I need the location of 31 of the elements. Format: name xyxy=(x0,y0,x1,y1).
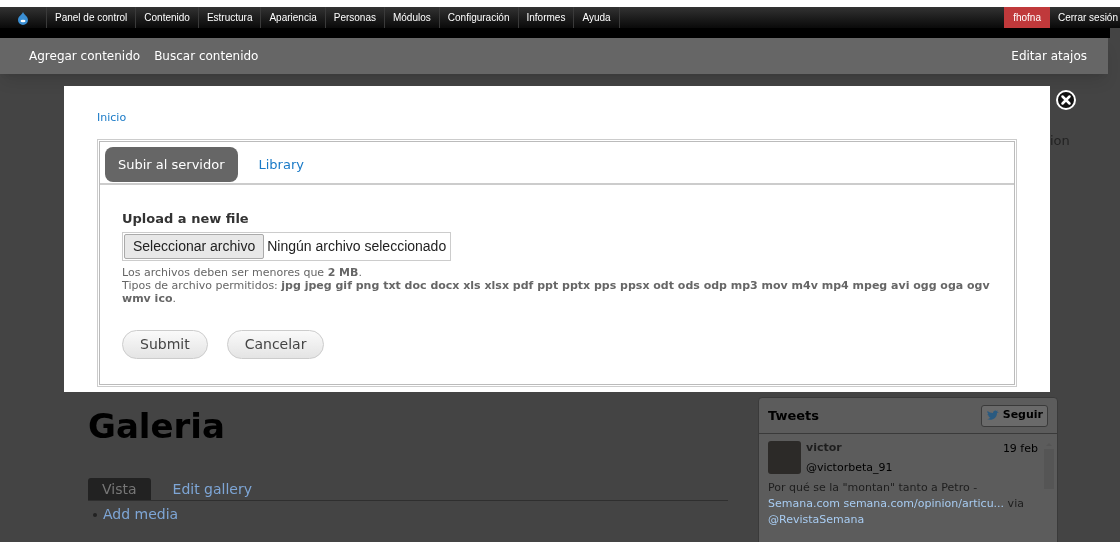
tab[interactable]: Library xyxy=(245,146,317,182)
drop-logo-icon[interactable] xyxy=(16,10,30,25)
tweet-link[interactable]: Semana.com semana.com/opinion/articu... xyxy=(768,497,1005,510)
shortcut-link[interactable]: Buscar contenido xyxy=(154,47,259,65)
breadcrumb-link[interactable]: Inicio xyxy=(97,110,127,127)
file-name-text: Ningún archivo seleccionado xyxy=(266,236,448,256)
file-input[interactable]: Seleccionar archivo Ningún archivo seleccionado xyxy=(122,231,452,261)
page-title: Galeria xyxy=(88,405,226,448)
field-label: Upload a new file xyxy=(122,210,250,228)
avatar-placeholder xyxy=(768,441,801,474)
tab[interactable]: Edit gallery xyxy=(170,478,254,500)
add-media-link[interactable]: Add media xyxy=(103,504,179,525)
bird-icon xyxy=(985,410,1000,421)
close-icon[interactable] xyxy=(1056,90,1076,110)
tweet-date: 19 feb xyxy=(1002,441,1038,457)
tweet-author: victor xyxy=(806,441,842,456)
form-button[interactable]: Submit xyxy=(122,329,208,359)
follow-button[interactable]: Seguir xyxy=(980,404,1048,427)
size-limit-note: Los archivos deben ser menores que 2 MB. xyxy=(122,265,363,279)
widget-title: Tweets xyxy=(768,406,820,425)
form-button[interactable]: Cancelar xyxy=(226,329,325,359)
choose-file-button[interactable]: Seleccionar archivo xyxy=(124,233,265,259)
logout-link[interactable]: Cerrar sesión xyxy=(1049,7,1120,28)
mention-link[interactable]: @RevistaSemana xyxy=(768,513,865,526)
user-link[interactable]: fhofna xyxy=(1004,7,1050,28)
tab[interactable]: Subir al servidor xyxy=(105,146,238,182)
tab[interactable]: Vista xyxy=(88,478,151,500)
tweet-handle: @victorbeta_91 xyxy=(806,459,894,476)
shortcut-link[interactable]: Agregar contenido xyxy=(29,47,141,65)
edit-shortcuts-link[interactable]: Editar atajos xyxy=(1011,47,1087,65)
allowed-types-note: Tipos de archivo permitidos: jpg jpeg gif png txt doc docx xls xlsx pdf ppt pptx pps ppsx odt ods odp mp3 mov m4v mp4 mpeg avi ogg oga ogv wmv ico. xyxy=(122,278,991,305)
